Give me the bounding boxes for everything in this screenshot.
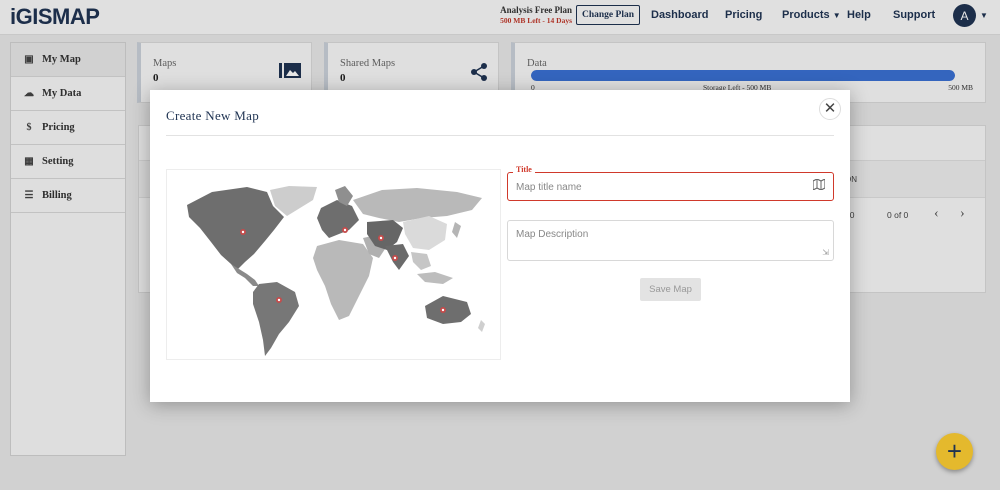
- close-icon: ✕: [823, 100, 837, 117]
- title-field-label: Title: [513, 165, 535, 174]
- resize-grip-icon[interactable]: ⇲: [822, 248, 829, 257]
- map-title-input[interactable]: [514, 177, 808, 197]
- map-icon: [812, 178, 826, 193]
- plus-icon: +: [946, 436, 963, 466]
- world-map-svg: [187, 186, 485, 356]
- map-title-field: Title: [507, 165, 834, 201]
- map-description-field: ⇲: [507, 220, 834, 261]
- add-map-fab-button[interactable]: +: [936, 433, 973, 470]
- modal-title: Create New Map: [166, 108, 259, 123]
- save-map-button[interactable]: Save Map: [640, 278, 701, 301]
- modal-divider: [166, 135, 834, 136]
- world-map-illustration: [166, 169, 501, 360]
- create-map-modal: Create New Map ✕ Title Map title name Ma…: [150, 90, 850, 402]
- close-modal-button[interactable]: ✕: [819, 98, 841, 120]
- map-description-input[interactable]: [514, 227, 830, 259]
